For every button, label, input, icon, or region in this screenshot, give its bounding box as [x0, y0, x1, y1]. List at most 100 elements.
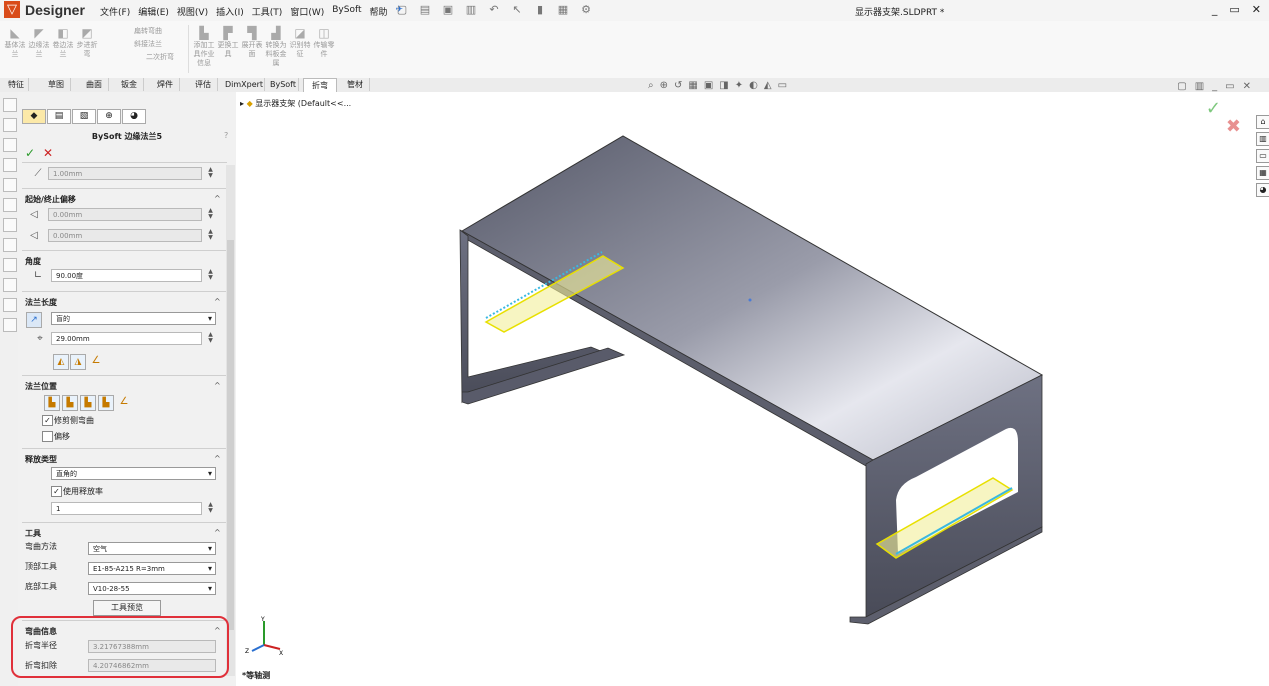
app-logo-icon[interactable]: ▽ [4, 1, 20, 18]
edit-appearance-icon[interactable]: ◐ [749, 80, 758, 91]
bend-outside-icon[interactable]: ▙ [80, 395, 96, 411]
swept-flange-button[interactable]: 扁转弯曲 [134, 25, 174, 38]
viewport-split-icon[interactable]: ▢ [1177, 81, 1186, 92]
add-tool-job-info-button[interactable]: ▙ 添加工具作业信息 [192, 24, 216, 68]
flange-length-field[interactable]: 29.00mm [51, 332, 202, 345]
offset-section-header[interactable]: 起始/终止偏移 [25, 194, 76, 205]
view-orientation-icon[interactable]: ▣ [704, 80, 713, 91]
ok-button[interactable]: ✓ [25, 146, 35, 160]
viewport-minimize-icon[interactable]: _ [1212, 81, 1217, 92]
tangent-to-bend-icon[interactable]: ∠ [116, 394, 132, 410]
menu-edit[interactable]: 编辑(E) [138, 5, 169, 18]
tool-preview-button[interactable]: 工具预览 [93, 600, 161, 616]
material-outside-icon[interactable]: ▙ [62, 395, 78, 411]
strip-feature-icon[interactable] [3, 278, 17, 292]
confirm-cancel-icon[interactable]: ✖ [1226, 116, 1241, 137]
top-tool-select[interactable]: E1-85-A215 R=3mm [88, 562, 216, 575]
strip-feature-icon[interactable] [3, 238, 17, 252]
virtual-sharp-icon[interactable]: ▙ [98, 395, 114, 411]
convert-sheet-metal-button[interactable]: ▟ 转换为料板金属 [264, 24, 288, 68]
step-bend-button[interactable]: ◩ 步进折弯 [75, 24, 99, 59]
menu-tools[interactable]: 工具(T) [252, 5, 283, 18]
miter-flange-button[interactable]: 斜接法兰 [134, 38, 174, 51]
appearances-icon[interactable]: ◕ [1256, 183, 1269, 197]
viewport-tile-icon[interactable]: ▥ [1195, 81, 1204, 92]
relief-ratio-spinner[interactable]: ▲ ▼ [206, 502, 215, 515]
relief-collapse-icon[interactable]: ^ [214, 454, 221, 463]
viewport-close-icon[interactable]: ✕ [1243, 81, 1251, 92]
dimxpert-manager-tab-icon[interactable]: ⊕ [97, 109, 121, 124]
property-manager-tab-icon[interactable]: ▤ [47, 109, 71, 124]
strip-feature-icon[interactable] [3, 158, 17, 172]
apply-scene-icon[interactable]: ◭ [764, 80, 772, 91]
bottom-tool-select[interactable]: V10-28-55 [88, 582, 216, 595]
strip-feature-icon[interactable] [3, 118, 17, 132]
offset-d2-spinner[interactable]: ▲ ▼ [206, 229, 215, 242]
offset-d1-field[interactable]: 0.00mm [48, 208, 202, 221]
tab-sheet-metal[interactable]: 钣金 [115, 78, 144, 91]
flange-length-spinner[interactable]: ▲ ▼ [206, 332, 215, 345]
relief-section-header[interactable]: 释放类型 [25, 454, 57, 465]
open-file-icon[interactable]: ▤ [418, 3, 432, 17]
display-style-icon[interactable]: ◨ [719, 80, 728, 91]
save-icon[interactable]: ▣ [441, 3, 455, 17]
view-palette-icon[interactable]: ▦ [1256, 166, 1269, 180]
graphics-viewport[interactable]: ▸ ◆ 显示器支架 (Default<<... ✓ ✖ ⌂ ▥ ▭ ▦ ◕ Y … [236, 92, 1269, 686]
panel-scrollbar[interactable] [226, 165, 235, 676]
undo-icon[interactable]: ↶ [487, 3, 501, 17]
tools-collapse-icon[interactable]: ^ [214, 528, 221, 537]
strip-feature-icon[interactable] [3, 138, 17, 152]
help-icon[interactable]: ? [224, 131, 228, 140]
tab-tubing[interactable]: 管材 [341, 78, 370, 91]
section-view-icon[interactable]: ▦ [688, 80, 697, 91]
hem-button[interactable]: ◧ 卷边法兰 [51, 24, 75, 59]
angle-spinner[interactable]: ▲ ▼ [206, 269, 215, 282]
jog-button[interactable]: 二次折弯 [134, 51, 174, 64]
minimize-icon[interactable]: _ [1212, 3, 1218, 16]
offset-d2-field[interactable]: 0.00mm [48, 229, 202, 242]
use-relief-ratio-checkbox[interactable]: ✓ [51, 486, 62, 497]
thickness-field[interactable]: 1.00mm [48, 167, 202, 180]
angle-section-header[interactable]: 角度 [25, 256, 41, 267]
reverse-direction-icon[interactable]: ↗ [26, 312, 42, 328]
bend-method-select[interactable]: 空气 [88, 542, 216, 555]
strip-feature-icon[interactable] [3, 298, 17, 312]
strip-feature-icon[interactable] [3, 178, 17, 192]
flange-position-collapse-icon[interactable]: ^ [214, 381, 221, 390]
select-icon[interactable]: ↖ [510, 3, 524, 17]
angle-field[interactable]: 90.00度 [51, 269, 202, 282]
material-inside-icon[interactable]: ▙ [44, 395, 60, 411]
tangent-bend-icon[interactable]: ∠ [88, 353, 104, 369]
rebuild-icon[interactable]: ▮ [533, 3, 547, 17]
inner-virtual-sharp-icon[interactable]: ◮ [70, 354, 86, 370]
recognize-features-button[interactable]: ◪ 识别特征 [288, 24, 312, 68]
outer-virtual-sharp-icon[interactable]: ◭ [53, 354, 69, 370]
tab-weldments[interactable]: 焊件 [151, 78, 180, 91]
offset-checkbox[interactable] [42, 431, 53, 442]
base-flange-button[interactable]: ◣ 基体法兰 [3, 24, 27, 59]
previous-view-icon[interactable]: ↺ [674, 80, 682, 91]
strip-feature-icon[interactable] [3, 258, 17, 272]
menu-bysoft[interactable]: BySoft [332, 5, 361, 18]
transfer-part-button[interactable]: ◫ 传输零件 [312, 24, 336, 68]
unfold-surface-button[interactable]: ▜ 展开表面 [240, 24, 264, 68]
print-icon[interactable]: ▥ [464, 3, 478, 17]
zoom-to-fit-icon[interactable]: ⌕ [648, 80, 654, 91]
strip-feature-icon[interactable] [3, 98, 17, 112]
close-icon[interactable]: ✕ [1252, 3, 1261, 16]
change-tool-button[interactable]: ▛ 更换工具 [216, 24, 240, 68]
tools-section-header[interactable]: 工具 [25, 528, 41, 539]
menu-insert[interactable]: 插入(I) [216, 5, 244, 18]
tab-bending[interactable]: 折弯 [303, 78, 337, 92]
cancel-button[interactable]: ✕ [43, 146, 53, 160]
file-properties-icon[interactable]: ▦ [556, 3, 570, 17]
zoom-area-icon[interactable]: ⊕ [660, 80, 668, 91]
strip-feature-icon[interactable] [3, 198, 17, 212]
tab-features[interactable]: 特征 [4, 78, 29, 91]
offset-collapse-icon[interactable]: ^ [214, 194, 221, 203]
menu-view[interactable]: 视图(V) [177, 5, 208, 18]
edge-flange-button[interactable]: ◤ 边缘法兰 [27, 24, 51, 59]
options-gear-icon[interactable]: ⚙ [579, 3, 593, 17]
hide-show-icon[interactable]: ✦ [735, 80, 743, 91]
strip-feature-icon[interactable] [3, 318, 17, 332]
